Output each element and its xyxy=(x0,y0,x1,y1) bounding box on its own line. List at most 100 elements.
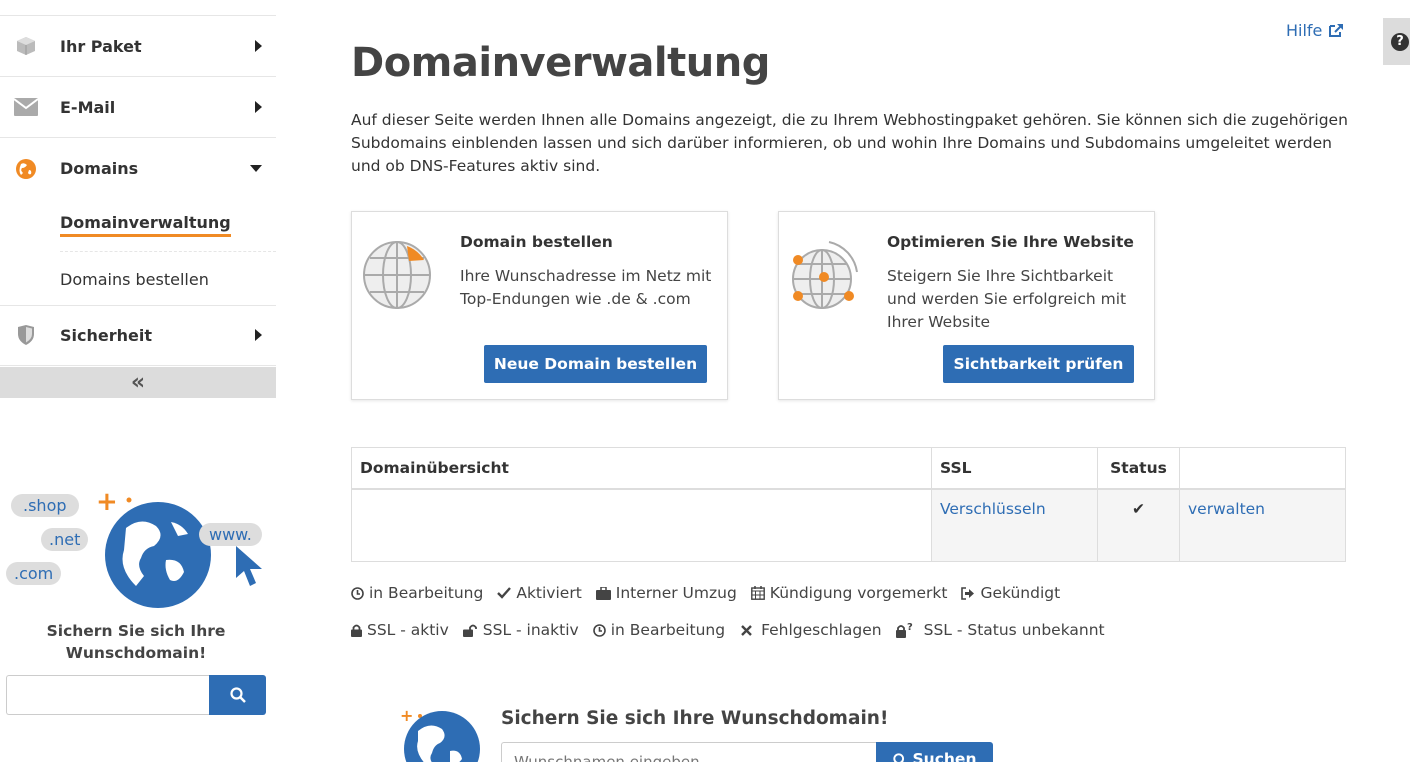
subnav-item-domains-bestellen[interactable]: Domains bestellen xyxy=(60,252,276,306)
legend-item: SSL - inaktiv xyxy=(462,621,579,639)
chevron-right-icon xyxy=(255,329,262,341)
page-title: Domainverwaltung xyxy=(351,40,770,86)
col-ssl: SSL xyxy=(931,447,1098,490)
subnav-item-label: Domains bestellen xyxy=(60,269,209,289)
encrypt-link[interactable]: Verschlüsseln xyxy=(940,500,1046,518)
domain-promo-graphic: + .shop .net .com www. xyxy=(6,487,271,618)
ssl-cell: Verschlüsseln xyxy=(931,488,1098,562)
domain-search-input[interactable] xyxy=(501,742,877,762)
domain-cell xyxy=(351,488,932,562)
sidebar-item-sicherheit[interactable]: Sicherheit xyxy=(0,305,276,366)
sidebar-item-paket[interactable]: Ihr Paket xyxy=(0,16,276,77)
ssl-legend: SSL - aktiv SSL - inaktiv in Bearbeitung… xyxy=(351,621,1119,639)
card-title: Optimieren Sie Ihre Website xyxy=(887,233,1134,251)
help-label: Hilfe xyxy=(1286,21,1323,40)
legend-label: SSL - Status unbekannt xyxy=(923,621,1105,639)
globe-icon xyxy=(14,157,38,181)
table-header-row: Domainübersicht SSL Status xyxy=(351,447,1346,490)
chevron-right-icon xyxy=(255,40,262,52)
col-domain: Domainübersicht xyxy=(351,447,932,490)
clock-icon xyxy=(592,623,606,637)
card-website-optimieren: Optimieren Sie Ihre Website Steigern Sie… xyxy=(778,211,1155,400)
sidebar: Ihr Paket E-Mail Domains Domainverwaltun… xyxy=(0,0,276,762)
status-cell: ✔ xyxy=(1097,488,1180,562)
help-link[interactable]: Hilfe xyxy=(1286,21,1344,40)
external-link-icon xyxy=(1329,24,1344,37)
chevron-right-icon xyxy=(255,101,262,113)
sidebar-search-input[interactable] xyxy=(6,675,209,715)
manage-link[interactable]: verwalten xyxy=(1188,500,1265,518)
sidebar-domain-search xyxy=(6,675,266,715)
unlock-icon xyxy=(462,624,478,637)
lock-question-icon: ? xyxy=(895,622,914,638)
bubble-www: www. xyxy=(199,523,262,546)
card-text: Ihre Wunschadresse im Netz mit Top-Endun… xyxy=(460,267,712,308)
x-icon xyxy=(741,624,752,636)
legend-label: in Bearbeitung xyxy=(369,584,484,602)
legend-item: Fehlgeschlagen xyxy=(739,621,882,639)
domains-subnav: Domainverwaltung Domains bestellen xyxy=(60,198,276,306)
col-action xyxy=(1179,447,1346,490)
promo-text: Sichern Sie sich Ihre Wunschdomain! xyxy=(46,622,226,662)
legend-label: Interner Umzug xyxy=(615,584,737,602)
check-icon xyxy=(497,587,512,599)
search-icon xyxy=(892,753,904,762)
subnav-item-domainverwaltung[interactable]: Domainverwaltung xyxy=(60,198,276,252)
legend-label: SSL - aktiv xyxy=(367,621,449,639)
intro-text: Auf dieser Seite werden Ihnen alle Domai… xyxy=(351,111,1348,175)
domain-search-button[interactable]: Suchen xyxy=(876,742,993,762)
sign-out-icon xyxy=(961,586,975,600)
legend-item: Aktiviert xyxy=(497,584,582,602)
legend-item: SSL - aktiv xyxy=(351,621,449,639)
briefcase-icon xyxy=(595,586,611,600)
svg-text:?: ? xyxy=(907,622,913,633)
sidebar-item-email[interactable]: E-Mail xyxy=(0,77,276,138)
new-domain-button[interactable]: Neue Domain bestellen xyxy=(484,345,707,383)
legend-item: Interner Umzug xyxy=(595,584,737,602)
legend-label: Gekündigt xyxy=(980,584,1061,602)
globe-order-icon xyxy=(363,241,431,309)
sidebar-item-label: E-Mail xyxy=(60,97,116,117)
svg-text:+: + xyxy=(96,488,118,517)
search-icon xyxy=(229,687,246,703)
legend-item: Kündigung vorgemerkt xyxy=(750,584,948,602)
card-text: Steigern Sie Ihre Sichtbarkeit und werde… xyxy=(887,267,1127,331)
search-button-label: Suchen xyxy=(912,750,977,762)
sidebar-item-label: Sicherheit xyxy=(60,325,152,345)
card-domain-bestellen: Domain bestellen Ihre Wunschadresse im N… xyxy=(351,211,728,400)
legend-label: SSL - inaktiv xyxy=(482,621,579,639)
sidebar-item-label: Ihr Paket xyxy=(60,36,142,56)
calendar-icon xyxy=(750,586,765,600)
legend-label: in Bearbeitung xyxy=(610,621,726,639)
clock-icon xyxy=(351,586,364,600)
question-icon: ? xyxy=(1391,32,1409,51)
legend-item: in Bearbeitung xyxy=(351,584,483,602)
chevron-down-icon xyxy=(250,165,262,172)
action-cell: verwalten xyxy=(1179,488,1346,562)
legend-item: Gekündigt xyxy=(961,584,1060,602)
shield-icon xyxy=(14,323,38,347)
lock-icon xyxy=(351,624,362,637)
sidebar-item-label: Domains xyxy=(60,159,139,178)
card-title: Domain bestellen xyxy=(460,233,613,251)
legend-item: in Bearbeitung xyxy=(592,621,726,639)
svg-text:+: + xyxy=(400,707,413,725)
help-tab[interactable]: ? xyxy=(1383,18,1410,65)
bubble-net: .net xyxy=(41,528,89,551)
legend-label: Kündigung vorgemerkt xyxy=(769,584,948,602)
domain-table: Domainübersicht SSL Status Verschlüsseln… xyxy=(351,447,1346,562)
legend-label: Fehlgeschlagen xyxy=(761,621,882,639)
legend-label: Aktiviert xyxy=(516,584,582,602)
table-row: Verschlüsseln ✔ verwalten xyxy=(351,488,1346,562)
bubble-shop: .shop xyxy=(11,494,79,517)
bottom-promo-title: Sichern Sie sich Ihre Wunschdomain! xyxy=(501,708,889,729)
status-legend: in Bearbeitung Aktiviert Interner Umzug … xyxy=(351,584,1074,602)
sidebar-search-button[interactable] xyxy=(209,675,266,715)
check-visibility-button[interactable]: Sichtbarkeit prüfen xyxy=(943,345,1134,383)
collapse-sidebar-button[interactable]: « xyxy=(0,367,276,398)
cursor-icon xyxy=(236,546,262,586)
subnav-item-label: Domainverwaltung xyxy=(60,213,231,237)
sidebar-item-domains[interactable]: Domains xyxy=(0,138,276,199)
visibility-radar-icon xyxy=(792,241,858,309)
check-icon: ✔ xyxy=(1132,499,1145,518)
